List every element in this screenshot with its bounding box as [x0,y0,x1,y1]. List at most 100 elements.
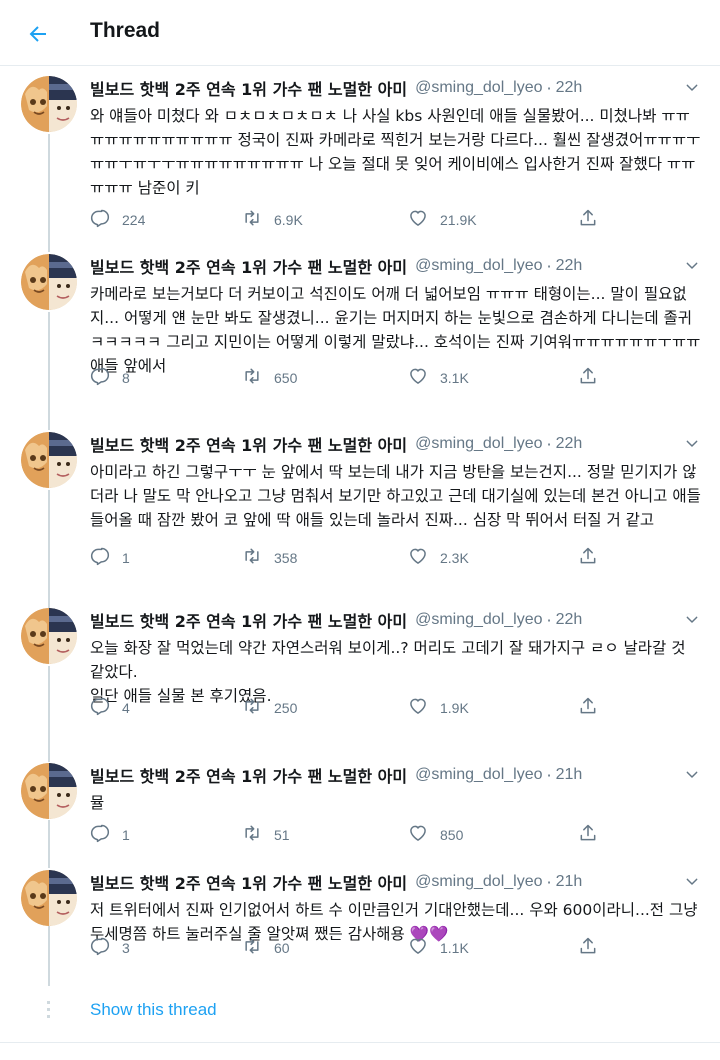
tweet-actions: 4 250 1.9K [90,696,610,720]
like-button[interactable]: 2.3K [408,546,469,570]
avatar[interactable] [21,76,77,132]
retweet-button[interactable]: 6.9K [242,208,303,232]
tweet-timestamp[interactable]: 21h [556,873,583,891]
like-icon [408,823,428,847]
author-handle[interactable]: @sming_dol_lyeo [415,766,542,784]
tweet[interactable]: 빌보드 핫백 2주 연속 1위 가수 팬 노멀한 아미 @sming_dol_l… [0,432,720,576]
chevron-down-icon[interactable] [684,612,700,628]
like-button[interactable]: 1.9K [408,696,469,720]
author-handle[interactable]: @sming_dol_lyeo [415,873,542,891]
tweet[interactable]: 빌보드 핫백 2주 연속 1위 가수 팬 노멀한 아미 @sming_dol_l… [0,608,720,726]
retweet-count: 250 [274,700,298,716]
like-count: 21.9K [440,212,477,228]
tweet-actions: 1 358 2.3K [90,546,610,570]
share-button[interactable] [578,696,598,720]
chevron-down-icon[interactable] [684,767,700,783]
like-count: 1.9K [440,700,469,716]
reply-button[interactable]: 4 [90,696,130,720]
author-name[interactable]: 빌보드 핫백 2주 연속 1위 가수 팬 노멀한 아미 [90,608,407,632]
show-thread-link[interactable]: Show this thread [90,1000,217,1020]
arrow-left-icon [29,26,46,42]
author-handle[interactable]: @sming_dol_lyeo [415,611,542,629]
retweet-button[interactable]: 358 [242,546,297,570]
separator-dot: · [546,78,552,98]
like-button[interactable]: 3.1K [408,366,469,390]
share-icon [578,366,598,390]
retweet-icon [242,936,262,960]
chevron-down-icon[interactable] [684,874,700,890]
reply-count: 1 [122,827,130,843]
like-count: 1.1K [440,940,469,956]
separator-dot: · [546,610,552,630]
reply-icon [90,546,110,570]
tweet-actions: 1 51 850 [90,823,610,847]
tweet-text: 와 얘들아 미쳤다 와 ㅁㅊㅁㅊㅁㅊㅁㅊ 나 사실 kbs 사원인데 애들 실물… [90,107,701,197]
share-button[interactable] [578,208,598,232]
tweet-header: 빌보드 핫백 2주 연속 1위 가수 팬 노멀한 아미 @sming_dol_l… [90,608,700,632]
like-count: 850 [440,827,464,843]
tweet[interactable]: 빌보드 핫백 2주 연속 1위 가수 팬 노멀한 아미 @sming_dol_l… [0,870,720,966]
tweet-actions: 224 6.9K 21.9K [90,208,610,232]
retweet-count: 60 [274,940,290,956]
like-button[interactable]: 21.9K [408,208,477,232]
like-icon [408,208,428,232]
tweet-timestamp[interactable]: 21h [556,766,583,784]
tweet-timestamp[interactable]: 22h [556,435,583,453]
reply-count: 4 [122,700,130,716]
reply-button[interactable]: 1 [90,546,130,570]
avatar[interactable] [21,254,77,310]
tweet-timestamp[interactable]: 22h [556,611,583,629]
like-button[interactable]: 1.1K [408,936,469,960]
avatar[interactable] [21,870,77,926]
tweet[interactable]: 빌보드 핫백 2주 연속 1위 가수 팬 노멀한 아미 @sming_dol_l… [0,76,720,238]
author-handle[interactable]: @sming_dol_lyeo [415,257,542,275]
tweet-text: 뮬 [90,794,105,812]
avatar[interactable] [21,608,77,664]
retweet-count: 358 [274,550,298,566]
share-icon [578,546,598,570]
like-icon [408,936,428,960]
retweet-icon [242,208,262,232]
back-button[interactable] [18,14,58,54]
separator-dot: · [546,765,552,785]
tweet-actions: 3 60 1.1K [90,936,610,960]
tweet[interactable]: 빌보드 핫백 2주 연속 1위 가수 팬 노멀한 아미 @sming_dol_l… [0,254,720,396]
chevron-down-icon[interactable] [684,436,700,452]
reply-button[interactable]: 3 [90,936,130,960]
reply-count: 8 [122,370,130,386]
retweet-button[interactable]: 650 [242,366,297,390]
author-name[interactable]: 빌보드 핫백 2주 연속 1위 가수 팬 노멀한 아미 [90,254,407,278]
retweet-button[interactable]: 60 [242,936,290,960]
author-name[interactable]: 빌보드 핫백 2주 연속 1위 가수 팬 노멀한 아미 [90,432,407,456]
tweet-header: 빌보드 핫백 2주 연속 1위 가수 팬 노멀한 아미 @sming_dol_l… [90,870,700,894]
tweet-header: 빌보드 핫백 2주 연속 1위 가수 팬 노멀한 아미 @sming_dol_l… [90,432,700,456]
avatar[interactable] [21,432,77,488]
reply-button[interactable]: 8 [90,366,130,390]
reply-button[interactable]: 1 [90,823,130,847]
retweet-button[interactable]: 51 [242,823,290,847]
author-name[interactable]: 빌보드 핫백 2주 연속 1위 가수 팬 노멀한 아미 [90,76,407,100]
tweet[interactable]: 빌보드 핫백 2주 연속 1위 가수 팬 노멀한 아미 @sming_dol_l… [0,763,720,853]
chevron-down-icon[interactable] [684,80,700,96]
author-handle[interactable]: @sming_dol_lyeo [415,435,542,453]
author-name[interactable]: 빌보드 핫백 2주 연속 1위 가수 팬 노멀한 아미 [90,763,407,787]
chevron-down-icon[interactable] [684,258,700,274]
retweet-count: 6.9K [274,212,303,228]
tweet-timestamp[interactable]: 22h [556,79,583,97]
separator-dot: · [546,256,552,276]
reply-icon [90,823,110,847]
share-button[interactable] [578,366,598,390]
share-icon [578,936,598,960]
tweet-header: 빌보드 핫백 2주 연속 1위 가수 팬 노멀한 아미 @sming_dol_l… [90,763,700,787]
reply-count: 3 [122,940,130,956]
share-button[interactable] [578,936,598,960]
author-handle[interactable]: @sming_dol_lyeo [415,79,542,97]
tweet-timestamp[interactable]: 22h [556,257,583,275]
like-button[interactable]: 850 [408,823,463,847]
author-name[interactable]: 빌보드 핫백 2주 연속 1위 가수 팬 노멀한 아미 [90,870,407,894]
reply-button[interactable]: 224 [90,208,145,232]
share-button[interactable] [578,823,598,847]
retweet-button[interactable]: 250 [242,696,297,720]
share-button[interactable] [578,546,598,570]
avatar[interactable] [21,763,77,819]
